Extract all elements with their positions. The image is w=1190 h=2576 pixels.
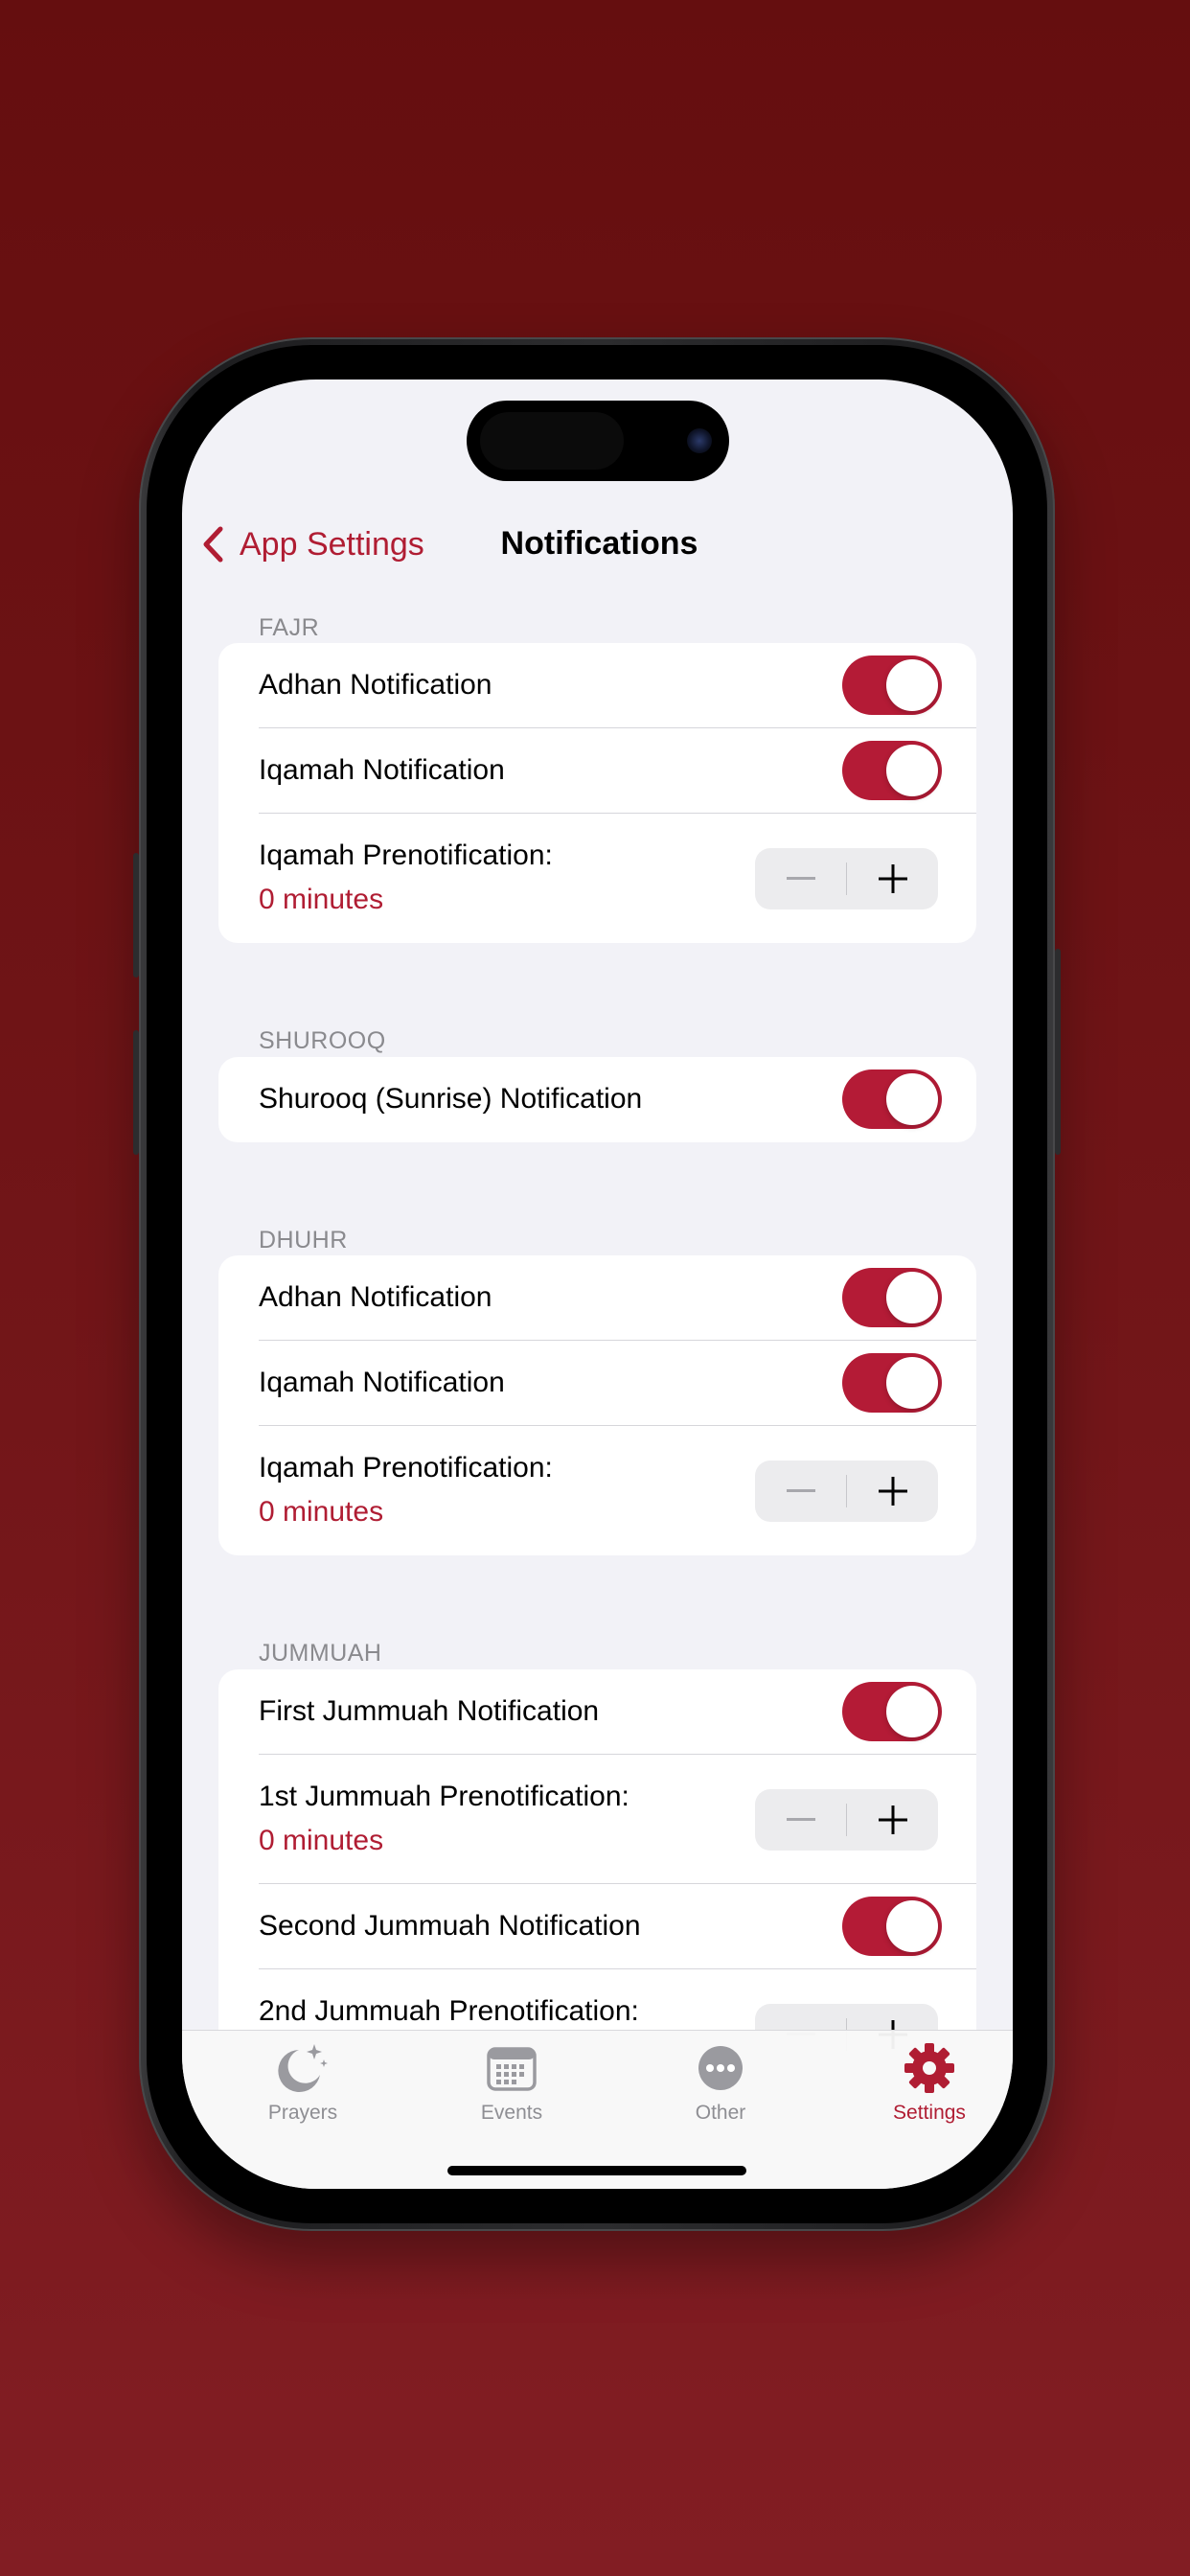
tab-other[interactable]: Other bbox=[653, 2040, 788, 2125]
dhuhr-iqamah-label: Iqamah Notification bbox=[259, 1367, 505, 1398]
first-jummuah-prenotification-label: 1st Jummuah Prenotification: bbox=[259, 1781, 629, 1812]
fajr-card: Adhan Notification Iqamah Notification I… bbox=[218, 643, 976, 943]
first-jummuah-toggle[interactable] bbox=[842, 1682, 942, 1741]
tab-prayers[interactable]: Prayers bbox=[236, 2040, 370, 2125]
dhuhr-card: Adhan Notification Iqamah Notification I… bbox=[218, 1255, 976, 1555]
increment-button[interactable] bbox=[847, 1460, 938, 1522]
shurooq-card: Shurooq (Sunrise) Notification bbox=[218, 1057, 976, 1142]
side-button-action bbox=[133, 853, 139, 978]
second-jummuah-toggle[interactable] bbox=[842, 1897, 942, 1956]
section-header-shurooq: SHUROOQ bbox=[259, 1027, 386, 1054]
plus-icon bbox=[878, 1806, 907, 1834]
toggle-knob bbox=[886, 659, 938, 711]
shurooq-label: Shurooq (Sunrise) Notification bbox=[259, 1083, 643, 1115]
increment-button[interactable] bbox=[847, 1789, 938, 1851]
tab-other-label: Other bbox=[695, 2102, 746, 2124]
fajr-adhan-label: Adhan Notification bbox=[259, 669, 492, 701]
face-id-sensor bbox=[480, 412, 624, 470]
dhuhr-iqamah-row: Iqamah Notification bbox=[218, 1341, 976, 1426]
home-indicator[interactable] bbox=[447, 2166, 746, 2175]
plus-icon bbox=[878, 1477, 907, 1506]
side-button-power bbox=[1055, 949, 1061, 1155]
plus-icon bbox=[878, 864, 907, 893]
minus-icon bbox=[786, 1489, 815, 1492]
ellipsis-circle-icon bbox=[698, 2046, 743, 2090]
dynamic-island bbox=[467, 401, 729, 481]
first-jummuah-prenotification-value: 0 minutes bbox=[259, 1825, 384, 1856]
toggle-knob bbox=[886, 745, 938, 796]
dhuhr-adhan-toggle[interactable] bbox=[842, 1268, 942, 1327]
first-jummuah-row: First Jummuah Notification bbox=[218, 1669, 976, 1755]
fajr-adhan-toggle[interactable] bbox=[842, 656, 942, 715]
dhuhr-iqamah-toggle[interactable] bbox=[842, 1353, 942, 1413]
fajr-prenotification-label: Iqamah Prenotification: bbox=[259, 840, 553, 871]
first-jummuah-prenotification-stepper bbox=[755, 1789, 938, 1851]
toggle-knob bbox=[886, 1686, 938, 1737]
toggle-knob bbox=[886, 1900, 938, 1952]
fajr-prenotification-value: 0 minutes bbox=[259, 884, 384, 915]
decrement-button[interactable] bbox=[755, 1460, 846, 1522]
increment-button[interactable] bbox=[847, 848, 938, 909]
tab-events[interactable]: Events bbox=[445, 2040, 579, 2125]
section-header-jummuah: JUMMUAH bbox=[259, 1640, 382, 1667]
decrement-button[interactable] bbox=[755, 848, 846, 909]
fajr-iqamah-label: Iqamah Notification bbox=[259, 754, 505, 786]
moon-stars-icon bbox=[278, 2044, 328, 2092]
jummuah-card: First Jummuah Notification 1st Jummuah P… bbox=[218, 1669, 976, 2072]
fajr-iqamah-toggle[interactable] bbox=[842, 741, 942, 800]
second-jummuah-row: Second Jummuah Notification bbox=[218, 1884, 976, 1969]
side-button-volume-up bbox=[133, 1030, 139, 1155]
front-camera bbox=[687, 428, 712, 453]
shurooq-row: Shurooq (Sunrise) Notification bbox=[218, 1057, 976, 1142]
second-jummuah-prenotification-label: 2nd Jummuah Prenotification: bbox=[259, 1995, 639, 2027]
tab-events-label: Events bbox=[480, 2102, 543, 2124]
fajr-prenotification-row: Iqamah Prenotification: 0 minutes bbox=[218, 814, 976, 943]
calendar-icon bbox=[487, 2047, 537, 2091]
shurooq-toggle[interactable] bbox=[842, 1070, 942, 1129]
gear-icon bbox=[904, 2043, 954, 2093]
section-header-fajr: FAJR bbox=[259, 614, 320, 641]
dhuhr-prenotification-label: Iqamah Prenotification: bbox=[259, 1452, 553, 1484]
second-jummuah-label: Second Jummuah Notification bbox=[259, 1910, 641, 1942]
dhuhr-adhan-label: Adhan Notification bbox=[259, 1281, 492, 1313]
section-header-dhuhr: DHUHR bbox=[259, 1227, 348, 1254]
dhuhr-prenotification-stepper bbox=[755, 1460, 938, 1522]
toggle-knob bbox=[886, 1272, 938, 1323]
dhuhr-adhan-row: Adhan Notification bbox=[218, 1255, 976, 1341]
tab-settings-label: Settings bbox=[893, 2102, 966, 2124]
screen: App Settings Notifications FAJR Adhan No… bbox=[182, 380, 1013, 2189]
minus-icon bbox=[786, 877, 815, 880]
navigation-bar: App Settings Notifications bbox=[182, 494, 1013, 600]
toggle-knob bbox=[886, 1073, 938, 1125]
toggle-knob bbox=[886, 1357, 938, 1409]
first-jummuah-prenotification-row: 1st Jummuah Prenotification: 0 minutes bbox=[218, 1755, 976, 1884]
decrement-button[interactable] bbox=[755, 1789, 846, 1851]
fajr-prenotification-stepper bbox=[755, 848, 938, 909]
page-title: Notifications bbox=[500, 525, 698, 562]
dhuhr-prenotification-row: Iqamah Prenotification: 0 minutes bbox=[218, 1426, 976, 1555]
minus-icon bbox=[786, 1818, 815, 1821]
tab-prayers-label: Prayers bbox=[267, 2102, 338, 2124]
fajr-iqamah-row: Iqamah Notification bbox=[218, 728, 976, 814]
tab-settings[interactable]: Settings bbox=[862, 2040, 996, 2125]
dhuhr-prenotification-value: 0 minutes bbox=[259, 1496, 384, 1528]
first-jummuah-label: First Jummuah Notification bbox=[259, 1695, 600, 1727]
fajr-adhan-row: Adhan Notification bbox=[218, 643, 976, 728]
